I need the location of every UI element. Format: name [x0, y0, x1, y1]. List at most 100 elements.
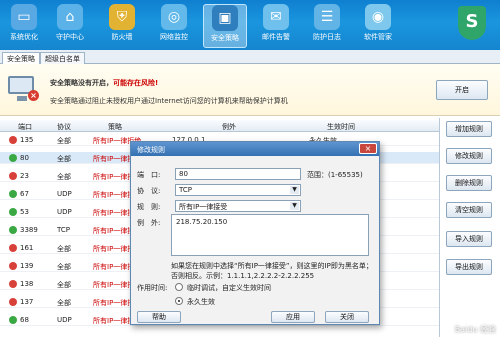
cell-protocol: 全部	[57, 263, 71, 271]
column-exception[interactable]: 例外	[222, 122, 236, 132]
check-icon	[9, 316, 17, 324]
cell-port: 68	[20, 316, 29, 324]
protocol-select[interactable]: TCP ▼	[175, 184, 301, 196]
open-policy-button[interactable]: 开启	[436, 80, 488, 100]
port-label: 端 口:	[137, 171, 161, 179]
blocked-icon	[9, 172, 17, 180]
cell-protocol: 全部	[57, 245, 71, 253]
export-rules-button[interactable]: 导出规则	[446, 259, 492, 275]
check-icon	[9, 208, 17, 216]
delete-rule-button[interactable]: 删除规则	[446, 175, 492, 191]
cell-protocol: UDP	[57, 316, 72, 324]
range-label: 范围：(1-65535)	[307, 171, 363, 179]
cell-port: 53	[20, 208, 29, 216]
status-warning: 安全策略没有开启，可能存在风险!	[50, 78, 158, 88]
table-header: 端口 协议 策略 例外 生效时间	[0, 120, 439, 132]
close-button[interactable]: 关闭	[325, 311, 369, 323]
toolbar-item-mail-alert[interactable]: ✉ 邮件告警	[254, 4, 298, 48]
disc-icon: ◉	[365, 4, 391, 30]
rule-value: 所有IP一律接受	[179, 203, 228, 211]
policy-status-panel: × 安全策略没有开启，可能存在风险! 安全策略通过阻止未授权用户通过Intern…	[0, 64, 500, 116]
column-port[interactable]: 端口	[18, 122, 32, 132]
toolbar-item-label: 网络监控	[160, 33, 188, 41]
protocol-value: TCP	[179, 186, 192, 194]
policy-icon: ▣	[212, 5, 238, 31]
toolbar-item-network-monitor[interactable]: ◎ 网络监控	[152, 4, 196, 48]
rule-select[interactable]: 所有IP一律接受 ▼	[175, 200, 301, 212]
watermark: Baidu 经验	[454, 325, 496, 334]
temp-radio[interactable]	[175, 283, 183, 291]
shield-icon: ⛨	[109, 4, 135, 30]
help-button[interactable]: 帮助	[137, 311, 181, 323]
status-risk: 可能存在风险!	[113, 79, 159, 87]
cell-port: 23	[20, 172, 29, 180]
log-icon: ☰	[314, 4, 340, 30]
toolbar-item-protection-log[interactable]: ☰ 防护日志	[305, 4, 349, 48]
column-policy[interactable]: 策略	[108, 122, 122, 132]
app-logo-icon: S	[458, 6, 486, 40]
tab-bar: 安全策略 超级白名单	[0, 50, 500, 64]
permanent-option-label: 永久生效	[187, 298, 215, 306]
add-rule-button[interactable]: 增加规则	[446, 121, 492, 137]
exception-label: 例 外:	[137, 219, 161, 227]
toolbar-item-label: 防护日志	[313, 33, 341, 41]
blocked-icon	[9, 280, 17, 288]
mail-icon: ✉	[263, 4, 289, 30]
column-effective-time[interactable]: 生效时间	[327, 122, 355, 132]
time-label: 作用时间:	[137, 284, 168, 292]
check-icon	[9, 226, 17, 234]
cell-port: 3389	[20, 226, 38, 234]
cell-port: 139	[20, 262, 34, 270]
toolbar-item-software-manager[interactable]: ◉ 软件管家	[356, 4, 400, 48]
exception-textarea[interactable]: 218.75.20.150	[171, 214, 369, 256]
cell-protocol: 全部	[57, 137, 71, 145]
toolbar-item-label: 系统优化	[10, 33, 38, 41]
cell-protocol: 全部	[57, 155, 71, 163]
tab-security-policy[interactable]: 安全策略	[2, 52, 40, 64]
monitor-icon: ▭	[11, 4, 37, 30]
blocked-icon	[9, 298, 17, 306]
toolbar-item-system-optimize[interactable]: ▭ 系统优化	[2, 4, 46, 48]
check-icon	[9, 190, 17, 198]
blocked-icon	[9, 136, 17, 144]
import-rules-button[interactable]: 导入规则	[446, 231, 492, 247]
home-icon: ⌂	[57, 4, 83, 30]
edit-rule-dialog: 修改规则 × 端 口: 80 范围：(1-65535) 协 议: TCP ▼ 规…	[130, 141, 380, 325]
apply-button[interactable]: 应用	[271, 311, 315, 323]
cell-protocol: UDP	[57, 190, 72, 198]
protocol-label: 协 议:	[137, 187, 161, 195]
cell-port: 67	[20, 190, 29, 198]
edit-rule-button[interactable]: 修改规则	[446, 148, 492, 164]
temp-option-label: 临时调试，自定义生效时间	[187, 284, 271, 292]
cell-protocol: TCP	[57, 226, 70, 234]
blocked-icon	[9, 262, 17, 270]
toolbar-item-security-policy[interactable]: ▣ 安全策略	[203, 4, 247, 48]
cell-port: 138	[20, 280, 34, 288]
port-input[interactable]: 80	[175, 168, 301, 180]
toolbar-item-guard-center[interactable]: ⌂ 守护中心	[48, 4, 92, 48]
toolbar-item-label: 防火墙	[111, 33, 133, 41]
column-protocol[interactable]: 协议	[57, 122, 71, 132]
toolbar-item-label: 安全策略	[211, 34, 239, 42]
chevron-down-icon: ▼	[290, 186, 299, 194]
toolbar-item-label: 软件管家	[364, 33, 392, 41]
blocked-icon	[9, 244, 17, 252]
permanent-radio[interactable]	[175, 297, 183, 305]
error-icon: ×	[28, 90, 39, 101]
clear-rules-button[interactable]: 清空规则	[446, 202, 492, 218]
toolbar-item-label: 邮件告警	[262, 33, 290, 41]
cell-port: 137	[20, 298, 34, 306]
tab-super-whitelist[interactable]: 超级白名单	[40, 52, 85, 64]
cell-protocol: UDP	[57, 208, 72, 216]
status-description: 安全策略通过阻止未授权用户通过Internet访问您的计算机来帮助保护计算机	[50, 97, 288, 105]
cell-port: 161	[20, 244, 34, 252]
toolbar-item-firewall[interactable]: ⛨ 防火墙	[100, 4, 144, 48]
check-icon	[9, 154, 17, 162]
cell-port: 80	[20, 154, 29, 162]
cell-protocol: 全部	[57, 173, 71, 181]
toolbar-item-label: 守护中心	[56, 33, 84, 41]
cell-port: 135	[20, 136, 34, 144]
cell-protocol: 全部	[57, 299, 71, 307]
top-toolbar: ▭ 系统优化 ⌂ 守护中心 ⛨ 防火墙 ◎ 网络监控 ▣ 安全策略 ✉ 邮件告警…	[0, 0, 500, 50]
close-icon[interactable]: ×	[359, 143, 377, 154]
